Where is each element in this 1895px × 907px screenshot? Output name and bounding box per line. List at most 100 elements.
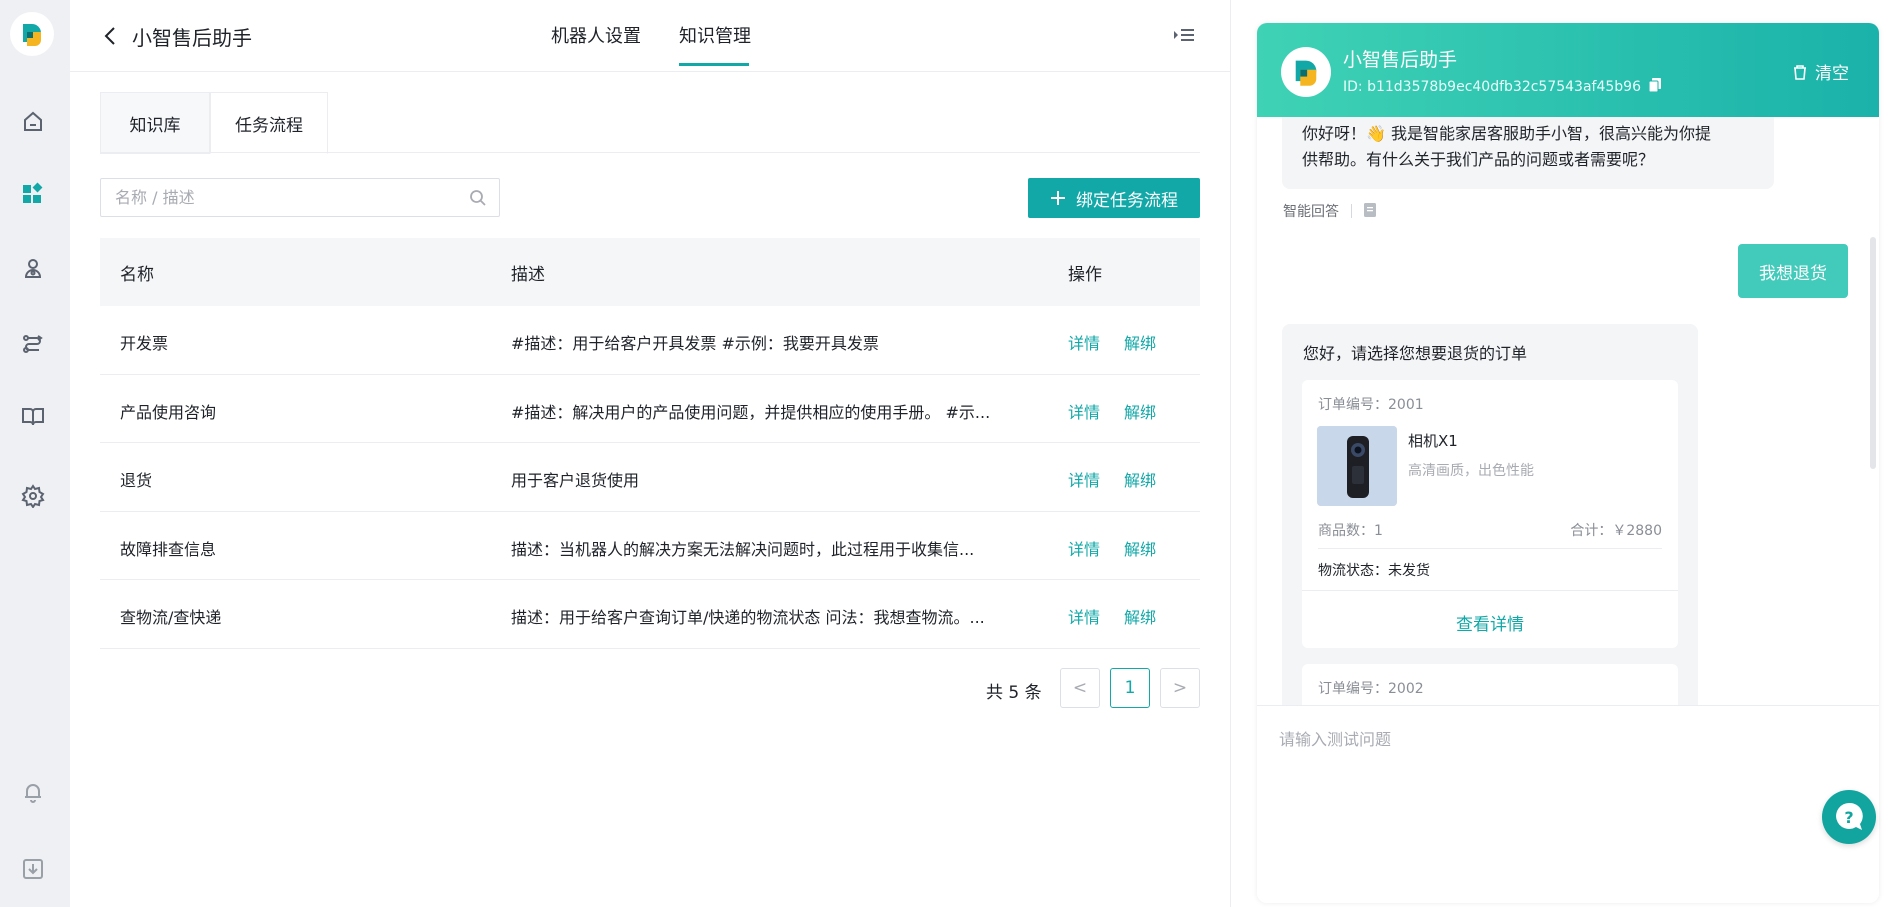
copy-icon[interactable] — [1648, 78, 1662, 96]
order-prompt: 您好，请选择您想要退货的订单 — [1303, 344, 1528, 363]
bot-id: ID: b11d3578b9ec40dfb32c57543af45b96 — [1343, 79, 1641, 95]
row-name: 产品使用咨询 — [120, 402, 217, 422]
order-total: 合计：￥2880 — [1570, 523, 1662, 539]
smart-reply-row: 智能回答 — [1283, 201, 1376, 221]
table-row: 退货 用于客户退货使用 详情 解绑 — [100, 443, 1200, 512]
help-question-icon: ? — [1836, 802, 1863, 830]
row-name: 故障排查信息 — [120, 539, 217, 559]
svg-text:?: ? — [1844, 808, 1853, 827]
dashboard-icon[interactable] — [19, 180, 47, 208]
row-name: 开发票 — [120, 334, 169, 353]
copy-answer-icon[interactable] — [1364, 202, 1376, 221]
detail-link[interactable]: 详情 — [1068, 330, 1100, 354]
product-subtitle: 高清画质，出色性能 — [1408, 463, 1534, 479]
app-root: 小智售后助手 机器人设置 知识管理 知识库 任务流程 绑定任务流程 名称 描述 … — [0, 0, 1895, 907]
row-name: 退货 — [120, 471, 153, 491]
card-divider — [1302, 590, 1678, 591]
bot-id-row: ID: b11d3578b9ec40dfb32c57543af45b96 — [1343, 78, 1662, 96]
search-box — [100, 178, 500, 217]
panel-divider — [1230, 0, 1231, 907]
clear-chat-button[interactable]: 清空 — [1791, 59, 1849, 84]
page-title: 小智售后助手 — [132, 26, 252, 50]
row-desc: 描述：用于给客户查询订单/快递的物流状态 问法：我想查物流。... — [511, 608, 985, 628]
unbind-link[interactable]: 解绑 — [1124, 399, 1156, 423]
chevron-left-icon: < — [1072, 678, 1088, 698]
unbind-link[interactable]: 解绑 — [1124, 604, 1156, 628]
row-desc: 用于客户退货使用 — [511, 471, 640, 491]
tab-task-flow[interactable]: 任务流程 — [210, 92, 328, 154]
workflow-icon[interactable] — [19, 330, 47, 358]
column-header-desc: 描述 — [511, 265, 545, 285]
pagination-page-1[interactable]: 1 — [1110, 668, 1150, 708]
bind-task-flow-button[interactable]: 绑定任务流程 — [1028, 178, 1200, 218]
search-input[interactable] — [115, 179, 455, 216]
row-desc: 描述：当机器人的解决方案无法解决问题时，此过程用于收集信... — [511, 539, 975, 559]
trash-icon — [1794, 64, 1806, 80]
order-card[interactable]: 订单编号：2001 相机X1 高清画质，出色性能 商品数：1 合计：￥2880 … — [1302, 380, 1678, 648]
table-row: 查物流/查快递 描述：用于给客户查询订单/快递的物流状态 问法：我想查物流。..… — [100, 580, 1200, 649]
active-tab-indicator — [679, 63, 749, 66]
bot-greeting-message: 你好呀！👋 我是智能家居客服助手小智，很高兴能为你提 供帮助。有什么关于我们产品… — [1282, 117, 1774, 189]
view-details-link[interactable]: 查看详情 — [1302, 610, 1678, 635]
unbind-link[interactable]: 解绑 — [1124, 330, 1156, 354]
bot-name: 小智售后助手 — [1343, 49, 1458, 71]
order-number: 订单编号：2001 — [1318, 397, 1424, 413]
card-divider — [1318, 548, 1662, 549]
pagination-prev-button[interactable]: < — [1060, 668, 1100, 708]
row-name: 查物流/查快递 — [120, 608, 222, 628]
detail-link[interactable]: 详情 — [1068, 604, 1100, 628]
greeting-line-1: 你好呀！👋 我是智能家居客服助手小智，很高兴能为你提 — [1302, 124, 1712, 143]
book-icon[interactable] — [19, 403, 47, 431]
collapse-panel-icon[interactable] — [1173, 24, 1195, 46]
tab-knowledge-base[interactable]: 知识库 — [100, 92, 210, 154]
table-row: 开发票 #描述：用于给客户开具发票 #示例：我要开具发票 详情 解绑 — [100, 306, 1200, 375]
detail-link[interactable]: 详情 — [1068, 399, 1100, 423]
product-name: 相机X1 — [1408, 432, 1458, 450]
smart-reply-label: 智能回答 — [1283, 204, 1339, 220]
order-card[interactable]: 订单编号：2002 — [1302, 664, 1678, 707]
tab-knowledge-management[interactable]: 知识管理 — [679, 22, 751, 48]
bell-icon[interactable] — [19, 778, 47, 806]
chevron-right-icon: > — [1172, 678, 1188, 698]
pagination-next-button[interactable]: > — [1160, 668, 1200, 708]
tab-robot-settings[interactable]: 机器人设置 — [551, 22, 641, 48]
unbind-link[interactable]: 解绑 — [1124, 536, 1156, 560]
chat-question-input[interactable] — [1279, 724, 1839, 754]
column-header-ops: 操作 — [1068, 265, 1102, 285]
table-row: 故障排查信息 描述：当机器人的解决方案无法解决问题时，此过程用于收集信... 详… — [100, 512, 1200, 581]
sub-tabs-divider — [100, 152, 1200, 153]
row-desc: #描述：解决用户的产品使用问题，并提供相应的使用手册。 #示... — [511, 402, 991, 422]
unbind-link[interactable]: 解绑 — [1124, 467, 1156, 491]
bot-avatar — [1281, 47, 1331, 97]
bind-task-flow-label: 绑定任务流程 — [1076, 190, 1178, 211]
download-icon[interactable] — [19, 855, 47, 883]
help-button[interactable]: ? — [1822, 790, 1876, 844]
pagination-total: 共 5 条 — [986, 683, 1042, 703]
chat-input-area — [1257, 705, 1879, 903]
table-row: 产品使用咨询 #描述：解决用户的产品使用问题，并提供相应的使用手册。 #示...… — [100, 375, 1200, 444]
task-flow-table: 名称 描述 操作 开发票 #描述：用于给客户开具发票 #示例：我要开具发票 详情… — [100, 238, 1200, 649]
robot-icon[interactable] — [19, 255, 47, 283]
detail-link[interactable]: 详情 — [1068, 467, 1100, 491]
settings-gear-icon[interactable] — [19, 482, 47, 510]
chat-scrollbar[interactable] — [1870, 237, 1876, 469]
chat-test-panel: 小智售后助手 ID: b11d3578b9ec40dfb32c57543af45… — [1257, 23, 1879, 903]
greeting-line-2: 供帮助。有什么关于我们产品的问题或者需要呢？ — [1302, 150, 1655, 169]
top-header: 小智售后助手 机器人设置 知识管理 — [70, 0, 1230, 72]
user-message: 我想退货 — [1738, 244, 1848, 298]
clear-chat-label: 清空 — [1815, 64, 1849, 84]
item-count: 商品数：1 — [1318, 523, 1383, 539]
bot-order-message: 您好，请选择您想要退货的订单 订单编号：2001 相机X1 高清画质，出色性能 … — [1282, 324, 1698, 707]
search-icon[interactable] — [469, 189, 487, 207]
chat-header: 小智售后助手 ID: b11d3578b9ec40dfb32c57543af45… — [1257, 23, 1879, 117]
app-logo[interactable] — [10, 12, 54, 56]
chat-messages[interactable]: 你好呀！👋 我是智能家居客服助手小智，很高兴能为你提 供帮助。有什么关于我们产品… — [1257, 117, 1879, 707]
product-image — [1317, 426, 1397, 506]
plus-icon — [1051, 191, 1065, 205]
left-nav-rail — [0, 0, 70, 907]
order-number: 订单编号：2002 — [1318, 681, 1424, 697]
detail-link[interactable]: 详情 — [1068, 536, 1100, 560]
shipping-status: 物流状态：未发货 — [1318, 563, 1430, 579]
back-arrow-icon[interactable] — [100, 22, 120, 50]
home-icon[interactable] — [19, 108, 47, 136]
